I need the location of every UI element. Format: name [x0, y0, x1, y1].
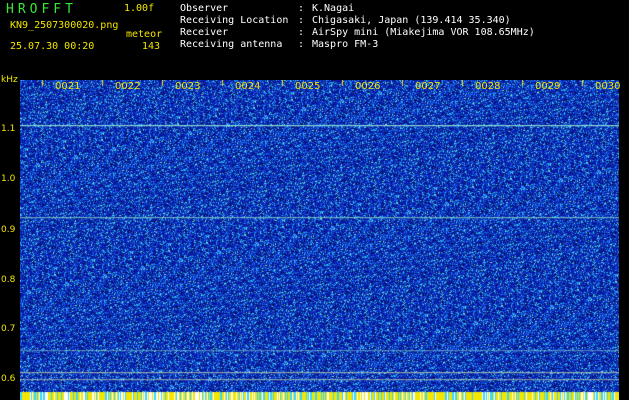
app-logo: HROFFT	[6, 2, 77, 17]
info-label: Receiver	[180, 27, 229, 38]
time-tick: 0028	[475, 81, 501, 92]
info-value: AirSpy mini (Miakejima VOR 108.65MHz)	[312, 27, 535, 38]
waterfall-spectrogram	[20, 80, 619, 400]
freq-tick: 1.0	[1, 174, 16, 184]
version-label: 1.00f	[124, 3, 155, 14]
info-value: Chigasaki, Japan (139.414 35.340)	[312, 15, 511, 26]
time-tick: 0026	[355, 81, 381, 92]
info-label: Observer	[180, 3, 229, 14]
meteor-count: 143	[142, 41, 161, 52]
frequency-unit-label: kHz	[1, 75, 18, 85]
time-tick: 0027	[415, 81, 441, 92]
time-tick: 0023	[175, 81, 201, 92]
station-info: Observer: K.Nagai Receiving Location: Chig…	[180, 3, 535, 51]
time-tick: 0021	[55, 81, 81, 92]
info-row-antenna: Receiving antenna: Maspro FM-3	[180, 39, 535, 51]
freq-tick: 1.1	[1, 124, 16, 134]
time-tick: 0022	[115, 81, 141, 92]
info-row-location: Receiving Location: Chigasaki, Japan (139…	[180, 15, 535, 27]
time-tick: 0025	[295, 81, 321, 92]
time-tick: 0029	[535, 81, 561, 92]
freq-tick: 0.8	[1, 275, 16, 285]
datetime-label: 25.07.30 00:20	[10, 41, 95, 52]
info-value: K.Nagai	[312, 3, 355, 14]
info-label: Receiving antenna	[180, 39, 283, 50]
meteor-label: meteor	[126, 29, 163, 40]
freq-tick: 0.6	[1, 374, 16, 384]
info-row-observer: Observer: K.Nagai	[180, 3, 535, 15]
info-separator: :	[298, 3, 305, 14]
info-label: Receiving Location	[180, 15, 289, 26]
info-value: Maspro FM-3	[312, 39, 379, 50]
info-separator: :	[298, 15, 305, 26]
info-separator: :	[298, 39, 305, 50]
header-panel: HROFFT 1.00f KN9_2507300020.png meteor 2…	[0, 0, 629, 78]
time-tick: 0024	[235, 81, 261, 92]
info-separator: :	[298, 27, 305, 38]
freq-tick: 0.7	[1, 324, 16, 334]
freq-tick: 0.9	[1, 225, 16, 235]
time-tick: 0030	[595, 81, 621, 92]
info-row-receiver: Receiver: AirSpy mini (Miakejima VOR 108.…	[180, 27, 535, 39]
filename-label: KN9_2507300020.png	[10, 20, 119, 31]
